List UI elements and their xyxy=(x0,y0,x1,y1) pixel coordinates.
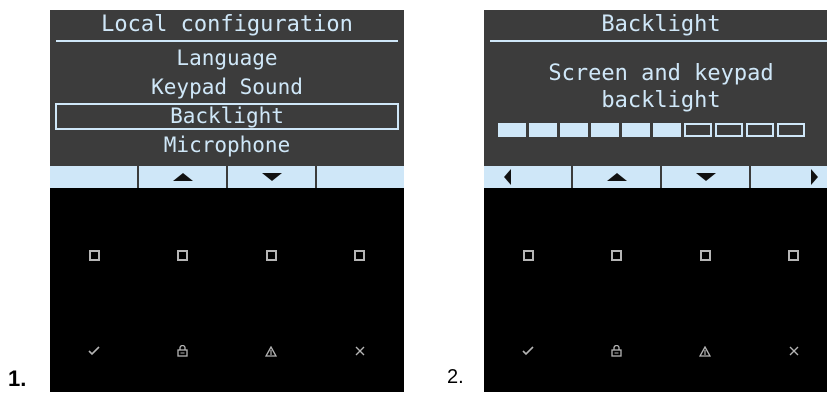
function-key-icon xyxy=(611,249,623,261)
softkey-1[interactable] xyxy=(50,166,137,188)
level-segment-filled xyxy=(622,123,650,137)
softkey-right[interactable] xyxy=(751,166,827,188)
confirm-key[interactable] xyxy=(50,344,139,358)
softkey-4[interactable] xyxy=(317,166,404,188)
left-arrow-icon xyxy=(504,169,511,185)
screen-title: Local configuration xyxy=(101,12,353,37)
function-keys-row xyxy=(50,248,404,262)
level-segment-empty xyxy=(777,123,805,137)
level-segment-filled xyxy=(529,123,557,137)
level-segment-empty xyxy=(746,123,774,137)
alarm-icon xyxy=(699,345,712,357)
close-icon xyxy=(355,346,365,356)
up-arrow-icon xyxy=(606,173,627,181)
function-key-3[interactable] xyxy=(661,248,750,262)
cancel-key[interactable] xyxy=(316,344,405,358)
level-segment-filled xyxy=(591,123,619,137)
function-key-icon xyxy=(177,249,189,261)
title-underline xyxy=(56,40,398,42)
description-line-1: Screen and keypad xyxy=(548,61,774,86)
lock-key[interactable] xyxy=(139,344,228,358)
menu-item-backlight[interactable]: Backlight xyxy=(50,102,404,131)
menu-item-microphone[interactable]: Microphone xyxy=(50,131,404,160)
menu-item-keypad-sound[interactable]: Keypad Sound xyxy=(50,73,404,102)
description-line-2: backlight xyxy=(601,88,721,113)
function-key-icon xyxy=(88,249,100,261)
backlight-level-bar[interactable] xyxy=(498,123,805,137)
lcd-screen: Local configuration Language Keypad Soun… xyxy=(50,10,404,188)
function-key-icon xyxy=(265,249,277,261)
softkey-bar xyxy=(50,166,404,188)
function-key-2[interactable] xyxy=(573,248,662,262)
function-key-4[interactable] xyxy=(316,248,405,262)
up-arrow-icon xyxy=(172,173,193,181)
level-segment-empty xyxy=(715,123,743,137)
level-segment-filled xyxy=(498,123,526,137)
keypad-device-2: Backlight Screen and keypad backlight xyxy=(484,10,827,392)
softkey-left[interactable] xyxy=(484,166,571,188)
lock-icon xyxy=(611,345,622,357)
down-arrow-icon xyxy=(695,173,716,181)
function-key-icon xyxy=(788,249,800,261)
alarm-key[interactable] xyxy=(661,344,750,358)
function-key-icon xyxy=(699,249,711,261)
menu-list: Language Keypad Sound Backlight Micropho… xyxy=(50,44,404,160)
keypad-device-1: Local configuration Language Keypad Soun… xyxy=(50,10,404,392)
level-segment-empty xyxy=(684,123,712,137)
function-key-2[interactable] xyxy=(139,248,228,262)
checkmark-icon xyxy=(522,346,534,356)
function-key-icon xyxy=(354,249,366,261)
softkey-bar xyxy=(484,166,827,188)
backlight-description: Screen and keypad backlight xyxy=(484,60,827,114)
action-keys-row xyxy=(484,344,827,358)
step-number-2: 2. xyxy=(447,366,464,388)
function-keys-row xyxy=(484,248,827,262)
screen-title: Backlight xyxy=(601,12,721,37)
close-icon xyxy=(789,346,799,356)
title-underline xyxy=(490,40,827,42)
cancel-key[interactable] xyxy=(750,344,827,358)
right-arrow-icon xyxy=(811,169,818,185)
confirm-key[interactable] xyxy=(484,344,573,358)
function-key-1[interactable] xyxy=(484,248,573,262)
step-number-1: 1. xyxy=(8,366,27,391)
lock-icon xyxy=(177,345,188,357)
lcd-screen: Backlight Screen and keypad backlight xyxy=(484,10,827,188)
function-key-4[interactable] xyxy=(750,248,827,262)
menu-item-language[interactable]: Language xyxy=(50,44,404,73)
checkmark-icon xyxy=(88,346,100,356)
action-keys-row xyxy=(50,344,404,358)
softkey-up[interactable] xyxy=(573,166,660,188)
softkey-down[interactable] xyxy=(662,166,749,188)
function-key-3[interactable] xyxy=(227,248,316,262)
lock-key[interactable] xyxy=(573,344,662,358)
alarm-icon xyxy=(265,345,278,357)
down-arrow-icon xyxy=(261,173,282,181)
level-segment-filled xyxy=(560,123,588,137)
function-key-icon xyxy=(522,249,534,261)
function-key-1[interactable] xyxy=(50,248,139,262)
softkey-up[interactable] xyxy=(139,166,226,188)
softkey-down[interactable] xyxy=(228,166,315,188)
alarm-key[interactable] xyxy=(227,344,316,358)
level-segment-filled xyxy=(653,123,681,137)
